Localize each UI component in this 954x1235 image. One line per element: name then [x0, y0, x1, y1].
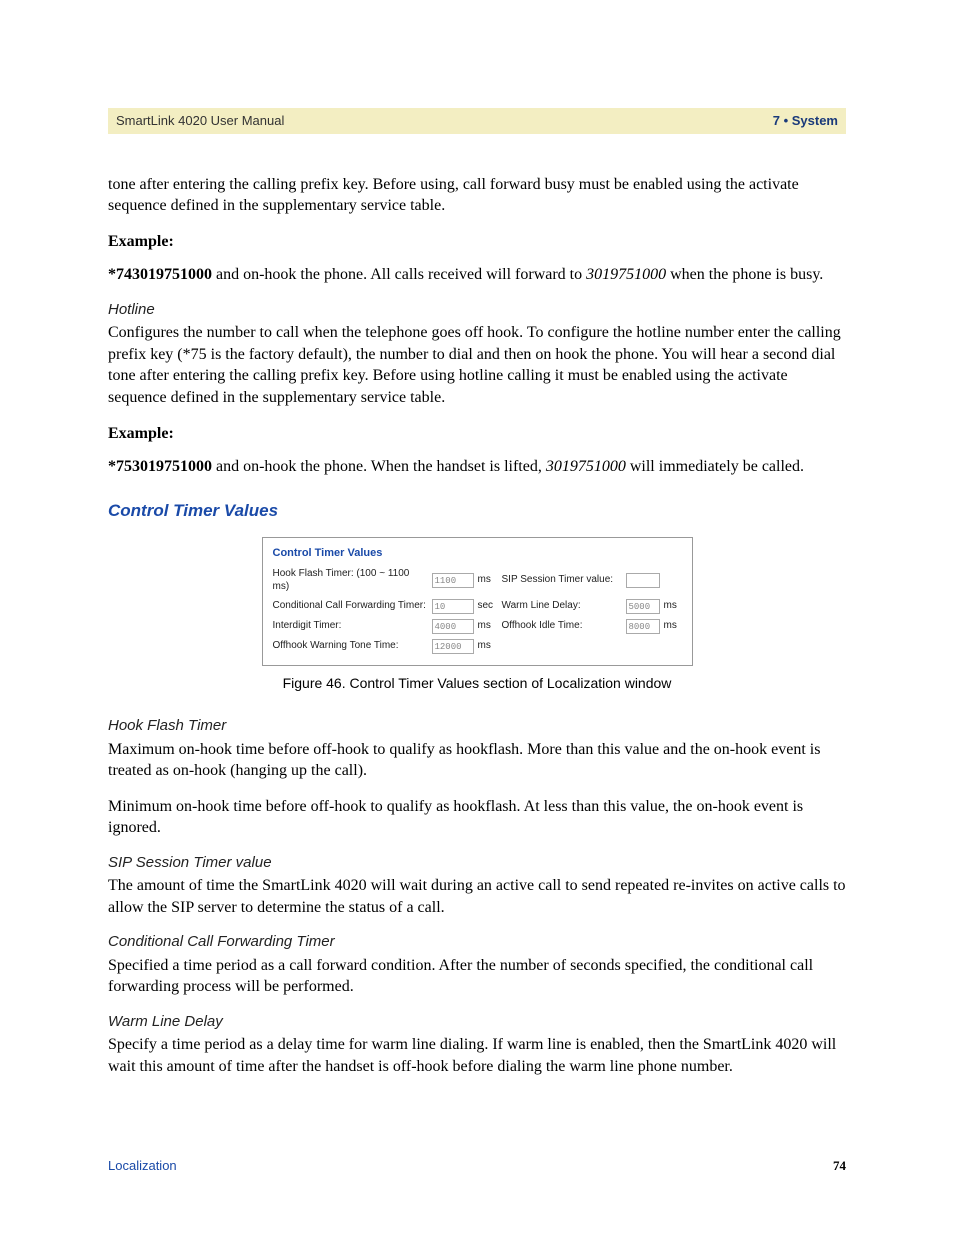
example-1-tail: when the phone is busy.: [666, 266, 823, 283]
fig-label-warmline: Warm Line Delay:: [502, 599, 622, 613]
example-1-num: 3019751000: [586, 266, 666, 283]
hookflash-p2: Minimum on-hook time before off-hook to …: [108, 796, 846, 839]
sip-body: The amount of time the SmartLink 4020 wi…: [108, 875, 846, 918]
example-2-text: *753019751000 and on-hook the phone. Whe…: [108, 456, 846, 478]
section-title-control-timer: Control Timer Values: [108, 500, 846, 523]
example-1-text: *743019751000 and on-hook the phone. All…: [108, 264, 846, 286]
example-2-mid: and on-hook the phone. When the handset …: [212, 458, 546, 475]
intro-paragraph: tone after entering the calling prefix k…: [108, 174, 846, 217]
header-manual-title: SmartLink 4020 User Manual: [116, 112, 284, 130]
page-header: SmartLink 4020 User Manual 7 • System: [108, 108, 846, 134]
fig-input-offhookwarn[interactable]: 12000: [432, 639, 474, 654]
fig-input-sip[interactable]: [626, 573, 660, 588]
fig-label-sip: SIP Session Timer value:: [502, 573, 622, 587]
example-1-code: *743019751000: [108, 266, 212, 283]
fig-label-hookflash: Hook Flash Timer: (100 ~ 1100 ms): [273, 567, 428, 594]
figure-row-2: Interdigit Timer: 4000 ms Offhook Idle T…: [273, 619, 682, 634]
fig-unit-interdigit: ms: [478, 619, 498, 633]
fig-label-interdigit: Interdigit Timer:: [273, 619, 428, 633]
figure-row-3: Offhook Warning Tone Time: 12000 ms: [273, 639, 682, 654]
figure-46: Control Timer Values Hook Flash Timer: (…: [108, 537, 846, 666]
warm-heading: Warm Line Delay: [108, 1012, 846, 1032]
example-2-code: *753019751000: [108, 458, 212, 475]
hookflash-p1: Maximum on-hook time before off-hook to …: [108, 739, 846, 782]
header-chapter: 7 • System: [773, 112, 838, 130]
fig-label-offhookwarn: Offhook Warning Tone Time:: [273, 639, 428, 653]
hotline-body: Configures the number to call when the t…: [108, 322, 846, 408]
figure-caption: Figure 46. Control Timer Values section …: [108, 674, 846, 693]
page-footer: Localization 74: [108, 1157, 846, 1175]
figure-row-0: Hook Flash Timer: (100 ~ 1100 ms) 1100 m…: [273, 567, 682, 594]
example-label-2: Example:: [108, 423, 846, 445]
fig-unit-offhookwarn: ms: [478, 639, 498, 653]
ccf-body: Specified a time period as a call forwar…: [108, 955, 846, 998]
example-1-mid: and on-hook the phone. All calls receive…: [212, 266, 586, 283]
figure-row-1: Conditional Call Forwarding Timer: 10 se…: [273, 599, 682, 614]
fig-input-offhookidle[interactable]: 8000: [626, 619, 660, 634]
warm-body: Specify a time period as a delay time fo…: [108, 1034, 846, 1077]
fig-label-ccf: Conditional Call Forwarding Timer:: [273, 599, 428, 613]
hotline-heading: Hotline: [108, 300, 846, 320]
example-label-1: Example:: [108, 231, 846, 253]
fig-unit-offhookidle: ms: [664, 619, 682, 633]
footer-section: Localization: [108, 1157, 177, 1175]
fig-unit-hookflash: ms: [478, 573, 498, 587]
fig-input-hookflash[interactable]: 1100: [432, 573, 474, 588]
sip-heading: SIP Session Timer value: [108, 853, 846, 873]
fig-input-ccf[interactable]: 10: [432, 599, 474, 614]
footer-page-number: 74: [833, 1157, 846, 1175]
fig-label-offhookidle: Offhook Idle Time:: [502, 619, 622, 633]
fig-input-warmline[interactable]: 5000: [626, 599, 660, 614]
figure-box: Control Timer Values Hook Flash Timer: (…: [262, 537, 693, 666]
fig-input-interdigit[interactable]: 4000: [432, 619, 474, 634]
hookflash-heading: Hook Flash Timer: [108, 716, 846, 736]
example-2-num: 3019751000: [546, 458, 626, 475]
figure-box-title: Control Timer Values: [273, 546, 682, 561]
fig-unit-warmline: ms: [664, 599, 682, 613]
example-2-tail: will immediately be called.: [626, 458, 804, 475]
ccf-heading: Conditional Call Forwarding Timer: [108, 932, 846, 952]
fig-unit-ccf: sec: [478, 599, 498, 613]
